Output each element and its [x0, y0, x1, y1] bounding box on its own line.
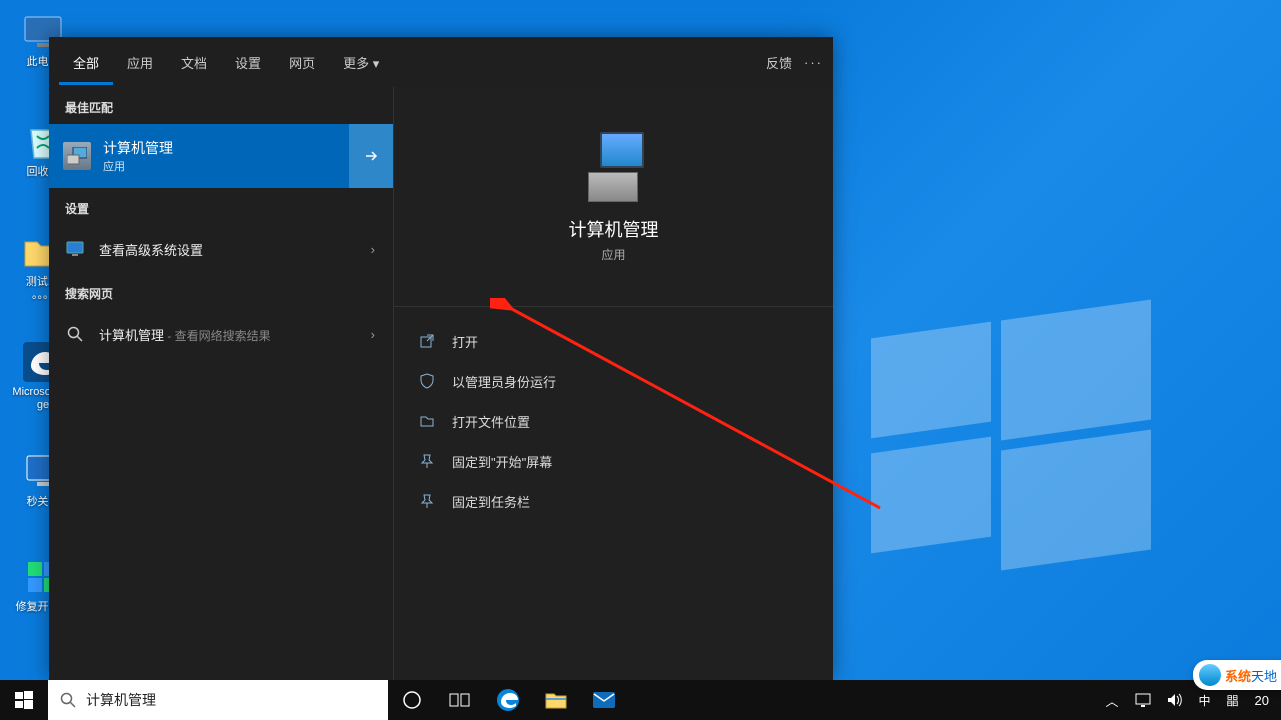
arrow-right-icon — [363, 148, 379, 164]
search-tabs-bar: 全部 应用 文档 设置 网页 更多 ▾ 反馈 ··· — [49, 37, 833, 87]
taskbar-search[interactable]: 计算机管理 — [48, 680, 388, 720]
shield-icon — [418, 372, 436, 390]
computer-management-icon — [63, 142, 91, 170]
pin-icon — [418, 492, 436, 510]
taskbar-edge[interactable] — [484, 680, 532, 720]
tray-clock[interactable]: 20 — [1251, 693, 1273, 708]
action-list: 打开 以管理员身份运行 打开文件位置 固定到"开始"屏幕 固定到任务栏 — [394, 307, 833, 535]
action-open-location[interactable]: 打开文件位置 — [394, 401, 833, 441]
folder-location-icon — [418, 412, 436, 430]
cortana-icon — [402, 690, 422, 710]
monitor-icon — [65, 239, 85, 259]
taskbar-explorer[interactable] — [532, 680, 580, 720]
task-view-icon — [449, 691, 471, 709]
tab-web[interactable]: 网页 — [275, 39, 329, 85]
mail-icon — [592, 690, 616, 710]
explorer-icon — [545, 690, 567, 710]
search-icon — [65, 324, 85, 344]
web-result-title: 计算机管理 — [99, 328, 164, 343]
chevron-right-icon: › — [371, 327, 375, 342]
action-run-admin[interactable]: 以管理员身份运行 — [394, 361, 833, 401]
settings-result-label: 查看高级系统设置 — [99, 240, 203, 259]
taskbar-mail[interactable] — [580, 680, 628, 720]
preview-type: 应用 — [601, 246, 625, 263]
start-button[interactable] — [0, 680, 48, 720]
best-match-item[interactable]: 计算机管理 应用 — [49, 124, 349, 188]
more-options-icon[interactable]: ··· — [804, 55, 823, 70]
tab-more[interactable]: 更多 ▾ — [329, 39, 393, 85]
preview-column: 计算机管理 应用 打开 以管理员身份运行 打开文件位置 固定到"开始"屏幕 — [393, 37, 833, 680]
cortana-button[interactable] — [388, 680, 436, 720]
results-column: 最佳匹配 计算机管理 应用 设置 查看高级系统设置 › 搜索网页 计算机管理 -… — [49, 37, 393, 680]
web-result-suffix: - 查看网络搜索结果 — [164, 329, 271, 343]
taskbar: 计算机管理 ︿ 中 𣊫 20 — [0, 680, 1281, 720]
section-settings: 设置 — [49, 188, 393, 225]
search-icon — [60, 692, 76, 708]
web-result-item[interactable]: 计算机管理 - 查看网络搜索结果 › — [49, 310, 393, 358]
tray-chevron-up-icon[interactable]: ︿ — [1101, 691, 1122, 710]
edge-icon — [496, 688, 520, 712]
section-web: 搜索网页 — [49, 273, 393, 310]
settings-result-item[interactable]: 查看高级系统设置 › — [49, 225, 393, 273]
tray-ime-mode[interactable]: 𣊫 — [1223, 692, 1243, 709]
task-view-button[interactable] — [436, 680, 484, 720]
chevron-right-icon: › — [371, 242, 375, 257]
search-flyout: 全部 应用 文档 设置 网页 更多 ▾ 反馈 ··· 最佳匹配 计算机管理 应用 — [49, 37, 833, 680]
tray-volume-icon[interactable] — [1163, 693, 1187, 707]
chevron-down-icon: ▾ — [373, 56, 380, 71]
best-match-title: 计算机管理 — [103, 138, 173, 158]
action-open[interactable]: 打开 — [394, 321, 833, 361]
windows-wallpaper-logo — [871, 310, 1151, 590]
best-match-expand[interactable] — [349, 124, 393, 188]
action-pin-start[interactable]: 固定到"开始"屏幕 — [394, 441, 833, 481]
action-pin-taskbar[interactable]: 固定到任务栏 — [394, 481, 833, 521]
pin-icon — [418, 452, 436, 470]
tray-network-icon[interactable] — [1131, 693, 1155, 707]
best-match-subtitle: 应用 — [103, 158, 173, 174]
tab-all[interactable]: 全部 — [59, 39, 113, 85]
section-best-match: 最佳匹配 — [49, 87, 393, 124]
tab-settings[interactable]: 设置 — [221, 39, 275, 85]
computer-management-large-icon — [578, 130, 650, 202]
open-icon — [418, 332, 436, 350]
feedback-link[interactable]: 反馈 — [766, 53, 792, 72]
preview-title: 计算机管理 — [569, 216, 659, 242]
tab-docs[interactable]: 文档 — [167, 39, 221, 85]
globe-icon — [1199, 664, 1221, 686]
tray-ime-lang[interactable]: 中 — [1195, 692, 1215, 709]
windows-icon — [15, 691, 33, 709]
tab-apps[interactable]: 应用 — [113, 39, 167, 85]
watermark: 系统天地 — [1193, 660, 1281, 690]
preview-header: 计算机管理 应用 — [394, 87, 833, 307]
search-input-value: 计算机管理 — [86, 690, 156, 710]
